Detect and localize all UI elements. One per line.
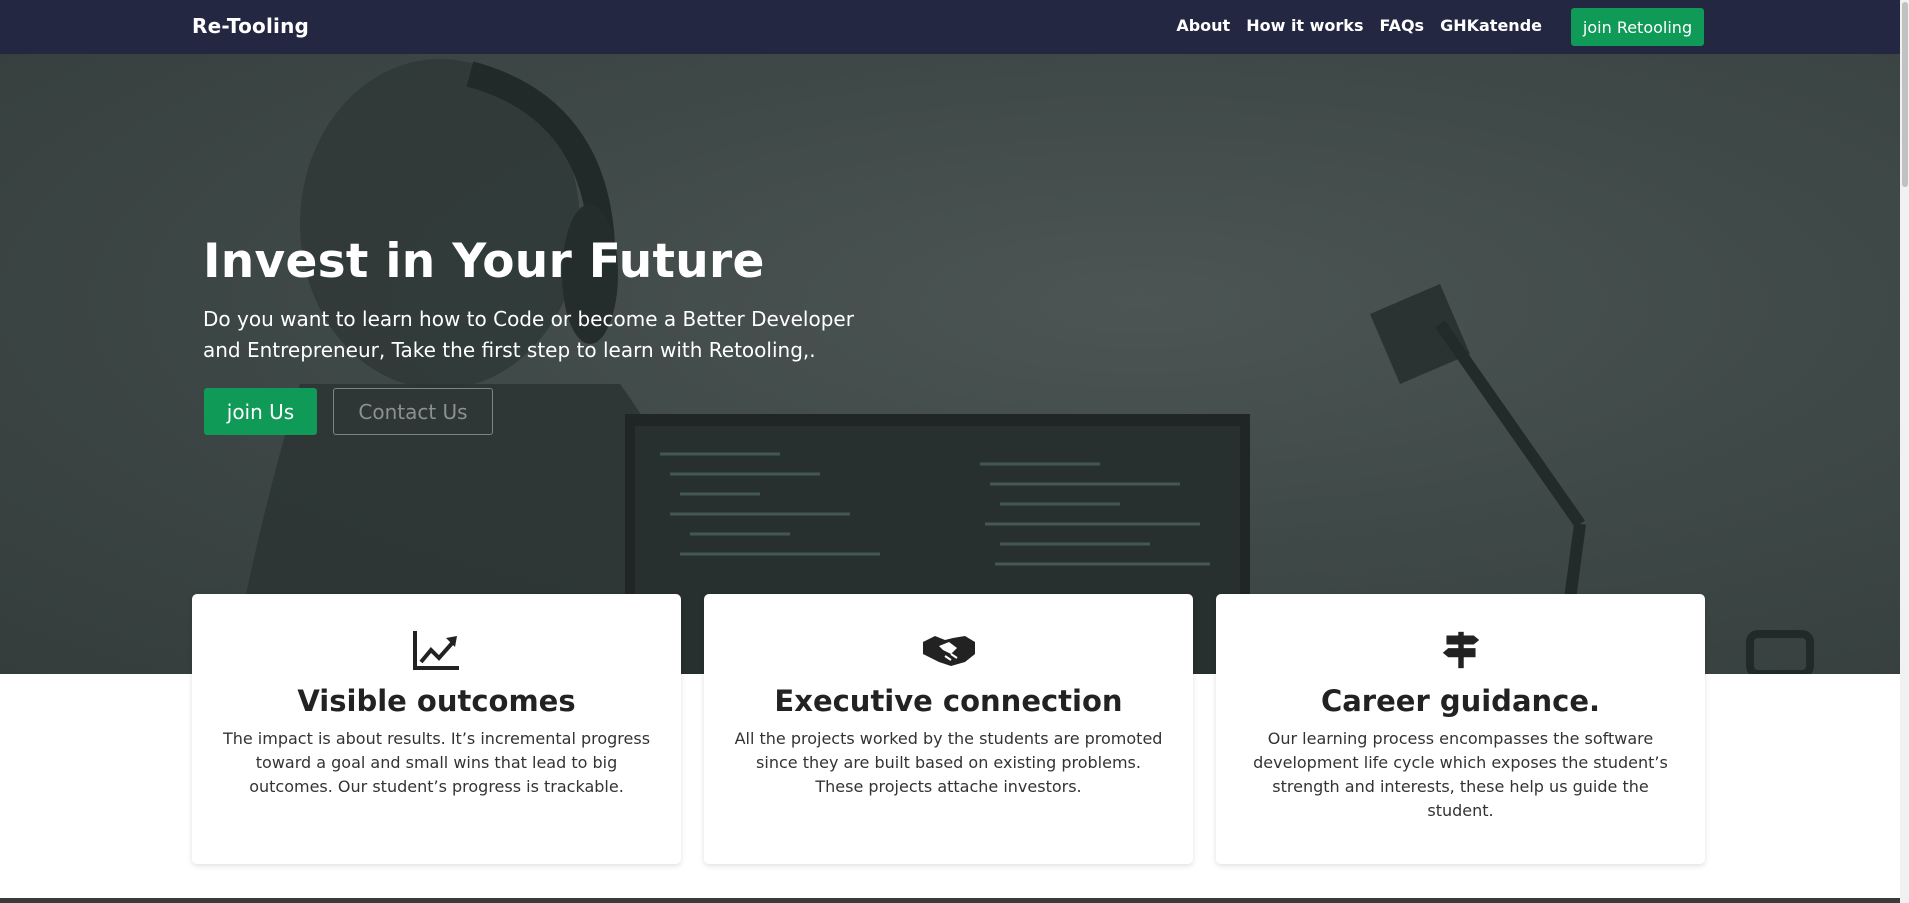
feature-card-executive-connection: Executive connection All the projects wo… xyxy=(704,594,1193,864)
nav-link-ghkatende[interactable]: GHKatende xyxy=(1440,16,1542,35)
nav-links: About How it works FAQs GHKatende xyxy=(1176,16,1542,35)
feature-title: Executive connection xyxy=(774,684,1123,718)
nav-link-how-it-works[interactable]: How it works xyxy=(1246,16,1363,35)
navbar: Re-Tooling About How it works FAQs GHKat… xyxy=(0,0,1900,54)
hero-subtitle: Do you want to learn how to Code or beco… xyxy=(203,307,854,362)
feature-description: All the projects worked by the students … xyxy=(734,729,1163,796)
join-retooling-button[interactable]: join Retooling xyxy=(1571,8,1704,46)
contact-us-button[interactable]: Contact Us xyxy=(333,388,493,435)
nav-link-faqs[interactable]: FAQs xyxy=(1379,16,1424,35)
next-section-edge xyxy=(0,898,1900,903)
handshake-icon xyxy=(922,636,975,666)
feature-card-visible-outcomes: Visible outcomes The impact is about res… xyxy=(192,594,681,864)
hero-title: Invest in Your Future xyxy=(203,234,765,289)
feature-description: The impact is about results. It’s increm… xyxy=(222,729,651,796)
signpost-icon xyxy=(1442,631,1479,669)
chart-line-icon xyxy=(412,631,459,670)
feature-card-career-guidance: Career guidance. Our learning process en… xyxy=(1216,594,1705,864)
feature-description: Our learning process encompasses the sof… xyxy=(1253,729,1668,820)
feature-title: Visible outcomes xyxy=(297,684,576,718)
nav-link-about[interactable]: About xyxy=(1176,16,1230,35)
hero-section: Invest in Your Future Do you want to lea… xyxy=(0,54,1900,674)
join-us-button[interactable]: join Us xyxy=(204,388,317,435)
brand-logo[interactable]: Re-Tooling xyxy=(192,14,309,38)
feature-title: Career guidance. xyxy=(1320,684,1601,718)
scrollbar-thumb[interactable] xyxy=(1902,2,1908,187)
